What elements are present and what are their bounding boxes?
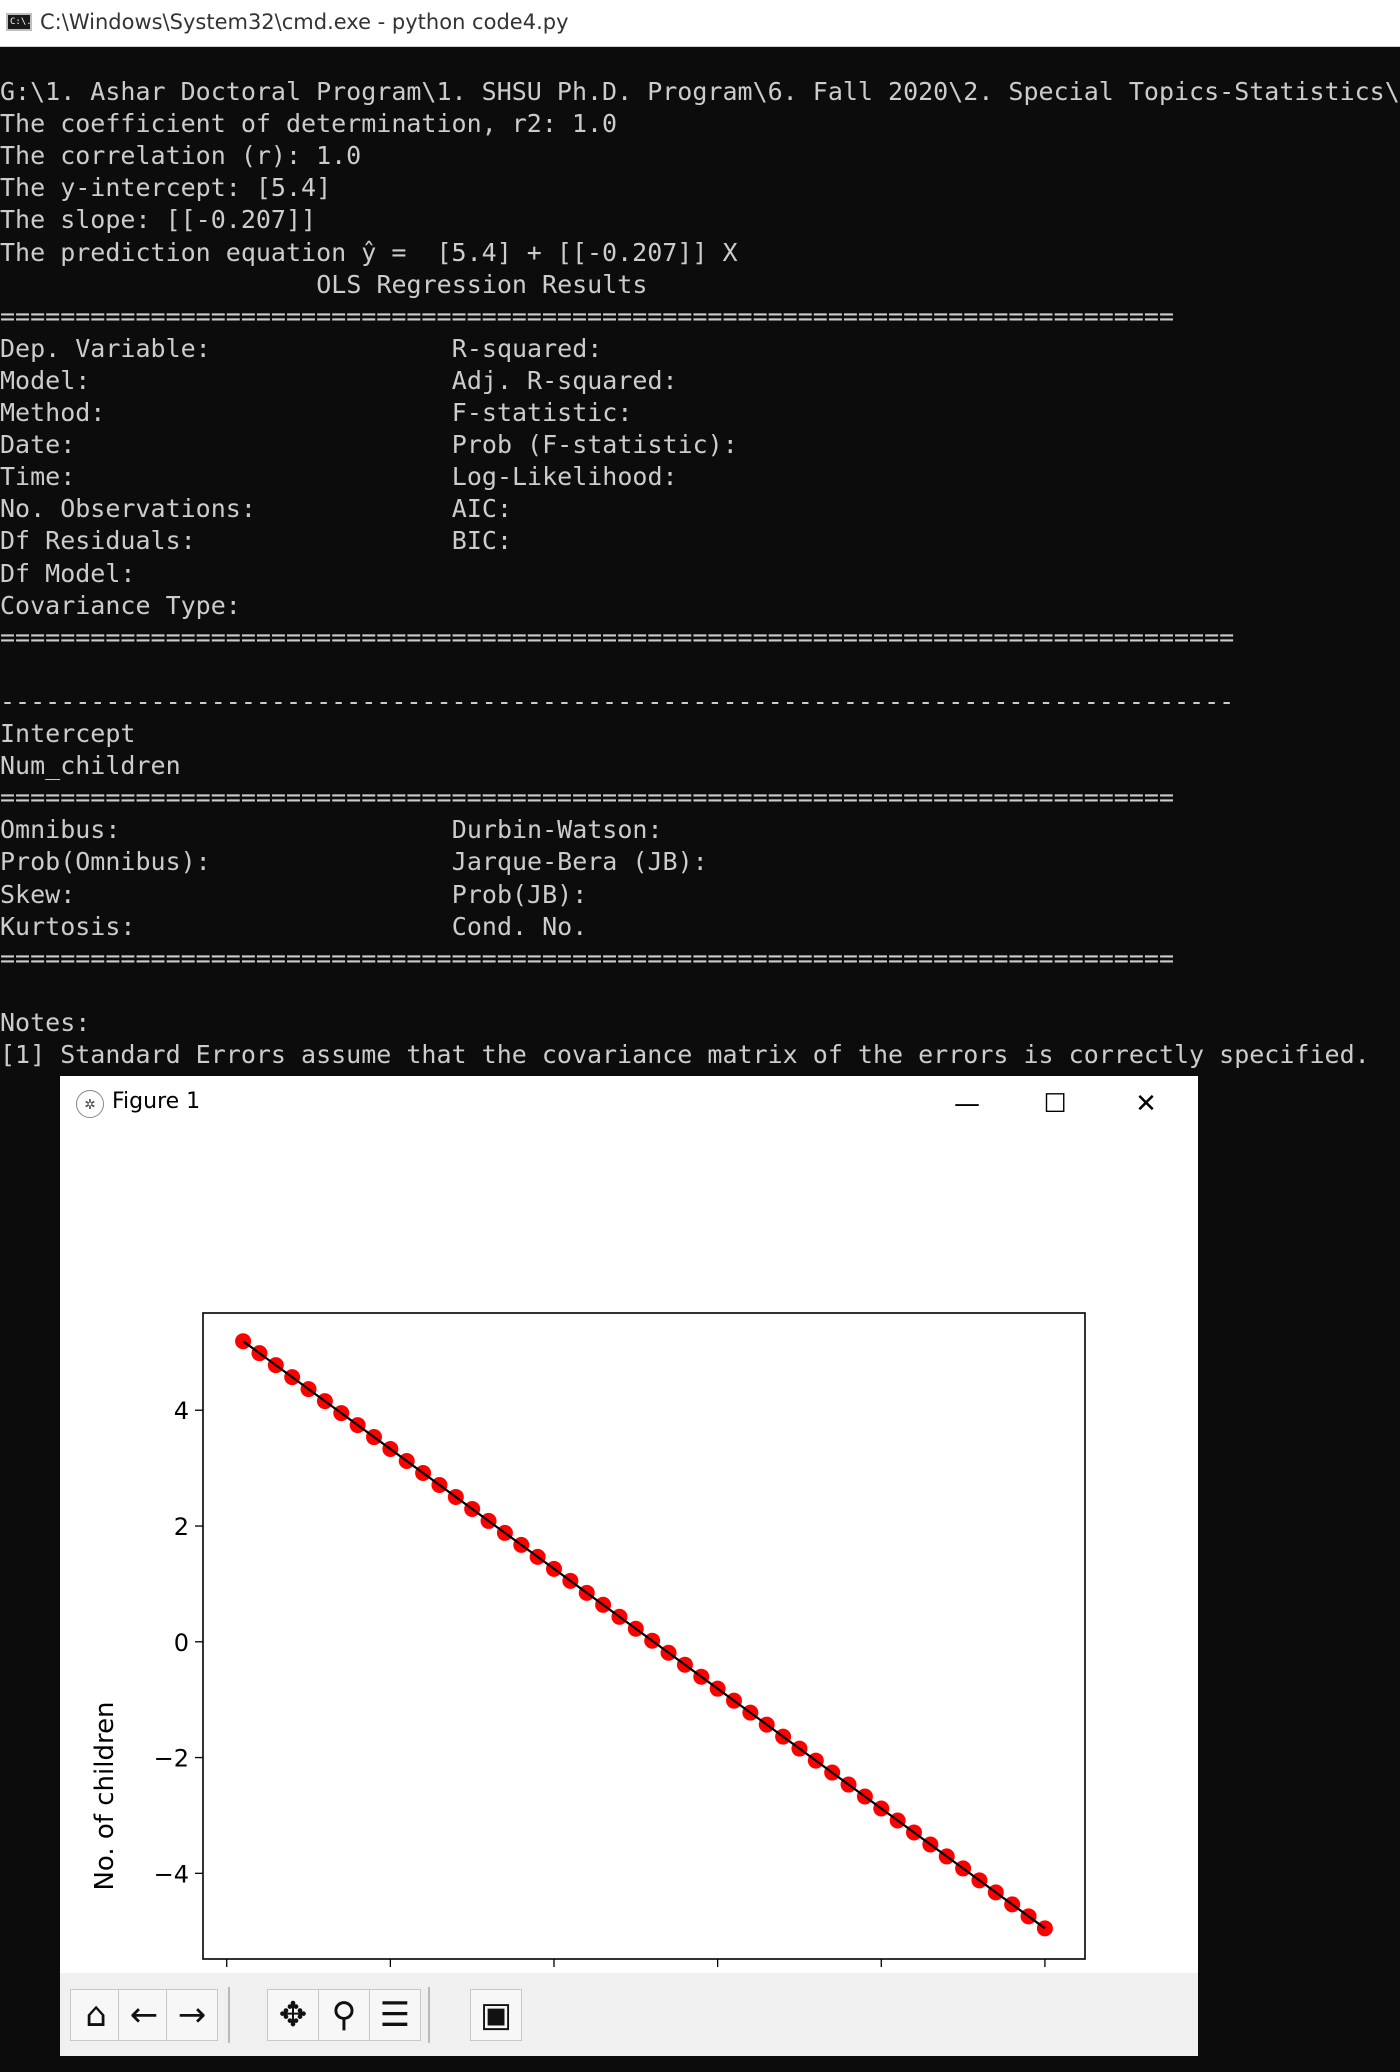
window-title: C:\Windows\System32\cmd.exe - python cod… [40,10,569,34]
intercept-line-text: The y-intercept: [5.4] [0,173,332,203]
diagnostic-label: Omnibus: [0,815,121,845]
diagnostic-label: Prob(Omnibus): [0,847,211,877]
data-point [1036,1920,1053,1937]
summary-label: Df Model: [0,558,136,588]
notes-title-text: Notes: [0,1007,91,1037]
y-tick-label: −2 [154,1745,189,1773]
diagnostic-label: Cond. No. [451,911,588,941]
pan-icon[interactable]: ✥ [267,1989,319,2041]
y-tick-label: −4 [154,1860,189,1888]
summary-label: Dep. Variable: [0,333,211,363]
slope-line-text: The slope: [[-0.207]] [0,205,317,235]
summary-label: Covariance Type: [0,590,241,620]
scatter-plot: 01020304050−4−2024Mother's educationNo. … [90,1312,1086,1973]
back-arrow-icon[interactable]: ← [118,1989,170,2041]
matplotlib-icon: ✲ [76,1090,104,1118]
close-button[interactable]: ✕ [1123,1084,1169,1124]
summary-label: Date: [0,430,76,460]
summary-label: Model: [0,365,91,395]
summary-label: AIC: [451,494,513,524]
coef-row-name: Intercept [0,719,136,748]
notes-line-text: [1] Standard Errors assume that the cova… [0,1040,1370,1069]
diagnostic-label: Skew: [0,879,76,909]
separator-text: ========================================… [0,301,1174,331]
minimize-button[interactable]: — [944,1084,990,1124]
r2-line-text: The coefficient of determination, r2: 1.… [0,109,618,139]
configure-subplots-icon[interactable]: ☰ [369,1989,421,2041]
figure-title-bar[interactable]: ✲ Figure 1 — ☐ ✕ [60,1076,1198,1132]
summary-label: Df Residuals: [0,526,196,556]
y-axis-label: No. of children [90,1701,120,1890]
summary-label: R-squared: [451,333,603,363]
path-line-text: G:\1. Ashar Doctoral Program\1. SHSU Ph.… [0,77,1400,106]
summary-label: F-statistic: [451,398,633,427]
save-icon[interactable]: ▣ [470,1989,522,2041]
correlation-line-text: The correlation (r): 1.0 [0,141,362,171]
separator-text: ========================================… [0,943,1174,973]
diagnostic-label: Prob(JB): [451,879,588,909]
maximize-button[interactable]: ☐ [1032,1084,1078,1124]
toolbar-separator [228,1987,230,2043]
home-icon[interactable]: ⌂ [70,1989,122,2041]
figure-window: ✲ Figure 1 — ☐ ✕ 01020304050−4−2024Mothe… [60,1076,1198,2056]
zoom-icon[interactable]: ⚲ [318,1989,370,2041]
summary-label: Log-Likelihood: [451,462,678,492]
y-tick-label: 4 [174,1397,189,1425]
equation-line-text: The prediction equation ŷ = [5.4] + [[-0… [0,237,738,267]
summary-label: No. Observations: [0,494,256,524]
coef-row-name: Num_children [0,751,181,781]
y-tick-label: 2 [174,1513,189,1541]
forward-arrow-icon[interactable]: → [166,1989,218,2041]
diagnostic-label: Durbin-Watson: [451,815,663,845]
figure-toolbar: ⌂ ← → ✥ ⚲ ☰ ▣ [60,1973,1198,2056]
diagnostic-label: Jarque-Bera (JB): [451,847,708,877]
diagnostic-label: Kurtosis: [0,911,136,941]
cmd-icon: C:\. [6,13,32,31]
figure-title: Figure 1 [112,1089,201,1114]
summary-label: BIC: [451,526,513,556]
console-title-bar[interactable]: C:\. C:\Windows\System32\cmd.exe - pytho… [0,0,1400,47]
summary-label: Adj. R-squared: [451,365,678,395]
separator-text: ========================================… [0,783,1174,813]
console-output: G:\1. Ashar Doctoral Program\1. SHSU Ph.… [0,76,1400,1076]
summary-label: Method: [0,398,106,427]
y-tick-label: 0 [174,1629,189,1657]
separator-text: ========================================… [0,622,1235,652]
separator-text: ----------------------------------------… [0,686,1235,716]
summary-label: Time: [0,462,76,492]
summary-label: Prob (F-statistic): [451,430,738,460]
ols-title-text: OLS Regression Results [316,269,648,299]
toolbar-separator [428,1987,430,2043]
